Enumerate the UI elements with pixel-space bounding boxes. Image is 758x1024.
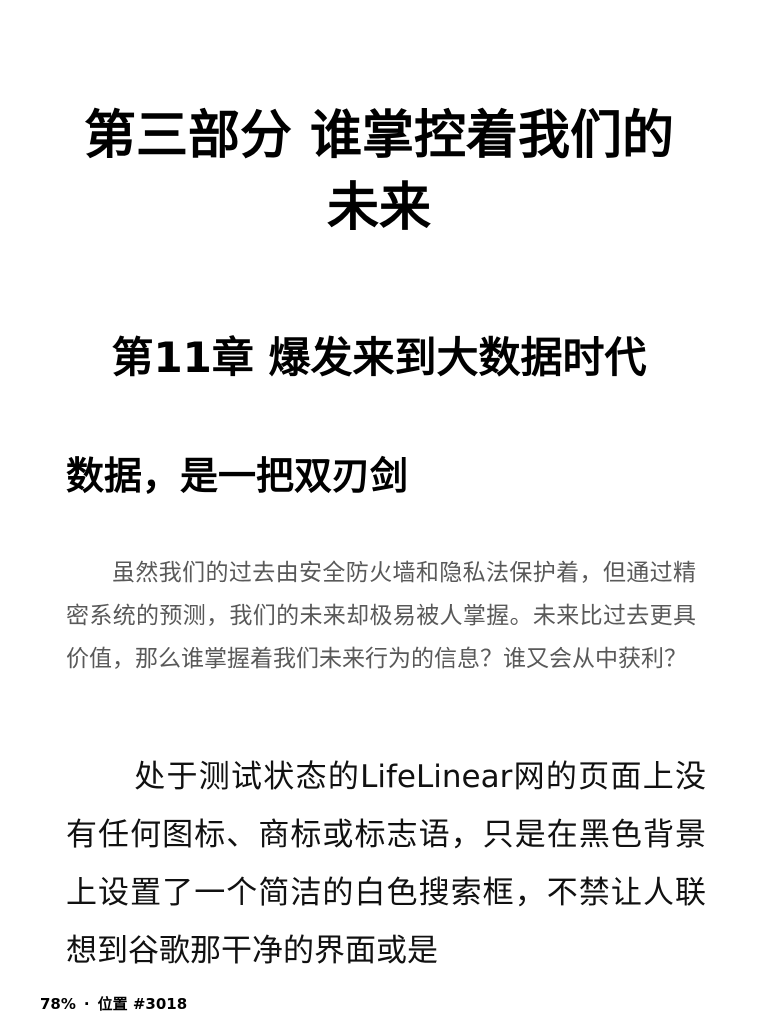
body-paragraph: 处于测试状态的LifeLinear网的页面上没有任何图标、商标或标志语，只是在黑… (66, 759, 706, 969)
progress-percent: 78% (40, 995, 76, 1013)
intro-paragraph: 虽然我们的过去由安全防火墙和隐私法保护着，但通过精密系统的预测，我们的未来却极易… (66, 560, 696, 672)
reading-progress-footer: 78% · 位置 #3018 (40, 992, 187, 1016)
separator-dot: · (83, 995, 90, 1013)
section-title: 数据，是一把双刃剑 (66, 454, 409, 498)
part-title: 第三部分 谁掌控着我们的未来 (83, 106, 675, 238)
location-indicator: 位置 #3018 (97, 995, 188, 1013)
chapter-title: 第11章 爆发来到大数据时代 (111, 333, 647, 382)
